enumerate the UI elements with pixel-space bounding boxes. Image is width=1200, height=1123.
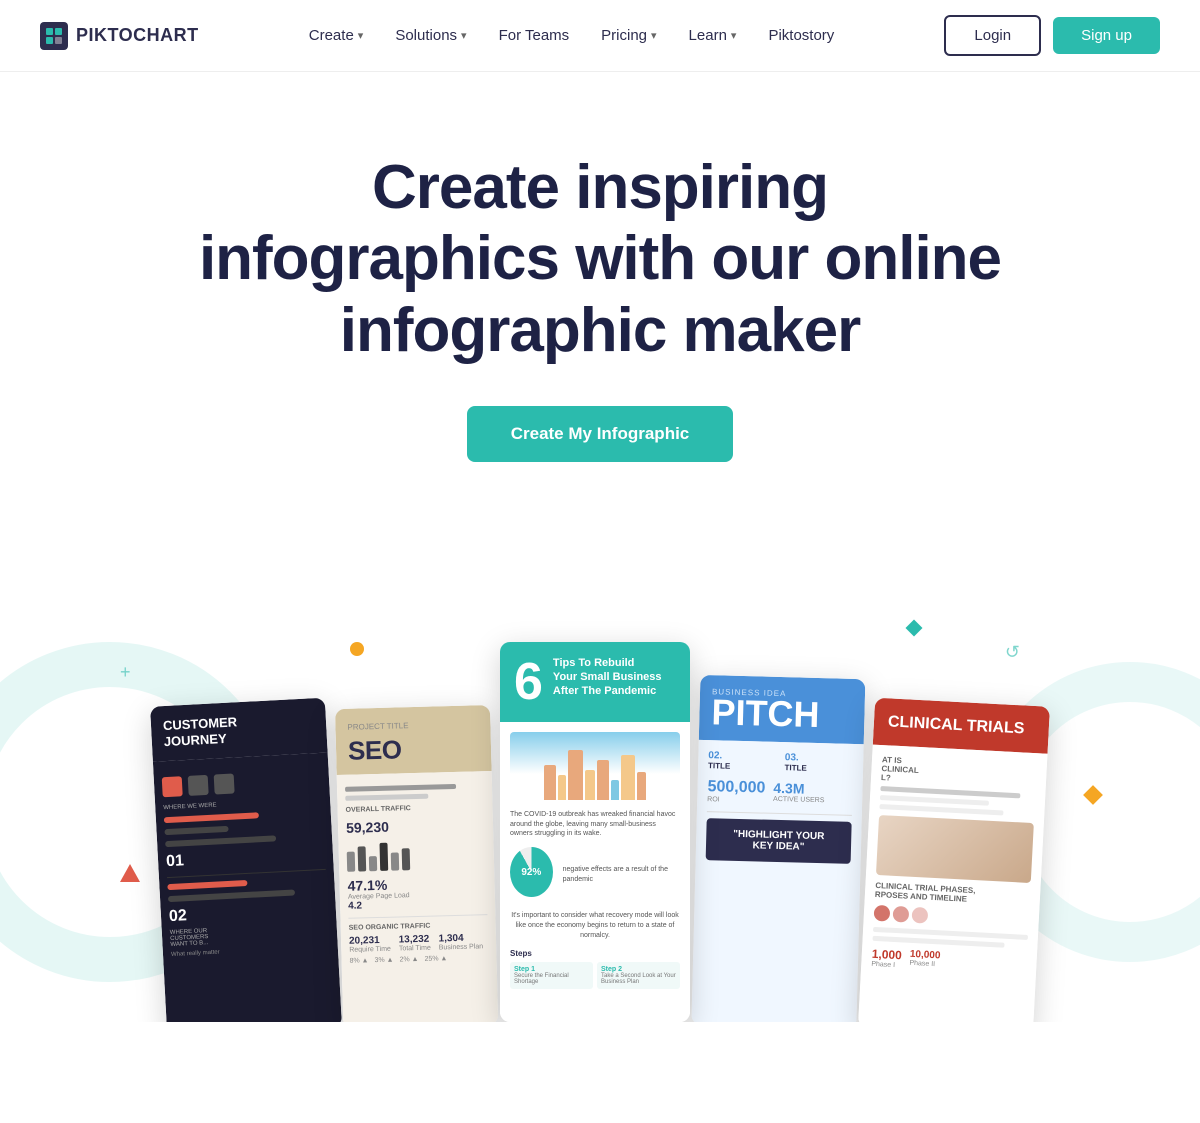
nav-solutions[interactable]: Solutions ▾ <box>381 19 480 52</box>
clinical-section-title: CLINICAL TRIAL PHASES,RPOSES AND TIMELIN… <box>875 881 1031 907</box>
pitch-stat2-label: ACTIVE USERS <box>773 796 825 804</box>
pitch-stat1-label: ROI <box>707 796 765 805</box>
signup-button[interactable]: Sign up <box>1053 17 1160 54</box>
clinical-subtitle: AT ISCLINICALL? <box>881 755 1037 790</box>
card-seo: PROJECT TITLE SEO OVERALL TRAFFIC 59,230 <box>335 705 498 1022</box>
tips-body-text: The COVID-19 outbreak has wreaked financ… <box>510 810 680 839</box>
card-tips: 6 Tips To RebuildYour Small BusinessAfte… <box>500 642 690 1022</box>
nav-pricing[interactable]: Pricing ▾ <box>587 19 670 52</box>
deco-dot-orange2 <box>1083 785 1103 805</box>
clinical-title: CLINICAL TRIALS <box>887 712 1035 739</box>
chevron-down-icon: ▾ <box>651 29 657 42</box>
nav-create[interactable]: Create ▾ <box>295 19 378 52</box>
showcase: + ↺ CUSTOMERjourney <box>0 562 1200 1022</box>
chevron-down-icon: ▾ <box>358 29 364 42</box>
card-customer-journey: CUSTOMERjourney WHERE WE WERE <box>150 698 342 1022</box>
tips-city-illustration <box>510 732 680 802</box>
cj-number: 01 <box>166 845 326 871</box>
nav-links: Create ▾ Solutions ▾ For Teams Pricing ▾… <box>295 19 849 52</box>
pitch-stat1: 500,000 <box>707 778 765 798</box>
hero-section: Create inspiring infographics with our o… <box>0 72 1200 1022</box>
card-clinical: CLINICAL TRIALS AT ISCLINICALL? CLINICAL… <box>858 698 1050 1022</box>
seo-num4: 13,232 <box>399 934 431 946</box>
login-button[interactable]: Login <box>944 15 1041 56</box>
navbar: PIKTOCHART Create ▾ Solutions ▾ For Team… <box>0 0 1200 72</box>
tips-circle-chart: 92% <box>510 847 553 897</box>
nav-for-teams[interactable]: For Teams <box>485 19 584 52</box>
nav-learn[interactable]: Learn ▾ <box>675 19 751 52</box>
cta-button[interactable]: Create My Infographic <box>467 406 734 462</box>
logo-icon <box>40 22 68 50</box>
logo-text: PIKTOCHART <box>76 25 199 46</box>
seo-number1: 59,230 <box>346 816 485 836</box>
chevron-down-icon: ▾ <box>461 29 467 42</box>
pitch-highlight: "HIGHLIGHT YOURKEY IDEA" <box>716 829 842 854</box>
chevron-down-icon: ▾ <box>731 29 737 42</box>
cards-row: CUSTOMERjourney WHERE WE WERE <box>128 642 1072 1022</box>
card-pitch: BUSINESS IDEA PITCH 02. TITLE 03. TITLE <box>691 675 865 1022</box>
deco-dot-teal <box>906 619 923 636</box>
logo[interactable]: PIKTOCHART <box>40 22 199 50</box>
clinical-image <box>876 815 1034 883</box>
tips-number: 6 <box>514 656 543 708</box>
nav-piktostory[interactable]: Piktostory <box>754 19 848 52</box>
tips-heading: Tips To RebuildYour Small BusinessAfter … <box>553 656 662 699</box>
nav-actions: Login Sign up <box>944 15 1160 56</box>
seo-project-label: PROJECT TITLE <box>347 719 478 731</box>
tips-footer: It's important to consider what recovery… <box>510 911 680 940</box>
pitch-stat2: 4.3M <box>773 780 825 797</box>
tips-stat: 92% <box>521 867 541 878</box>
hero-title: Create inspiring infographics with our o… <box>190 152 1010 366</box>
pitch-title: PITCH <box>711 696 853 732</box>
seo-title: SEO <box>348 732 480 766</box>
card-customer-title: CUSTOMERjourney <box>163 710 315 749</box>
